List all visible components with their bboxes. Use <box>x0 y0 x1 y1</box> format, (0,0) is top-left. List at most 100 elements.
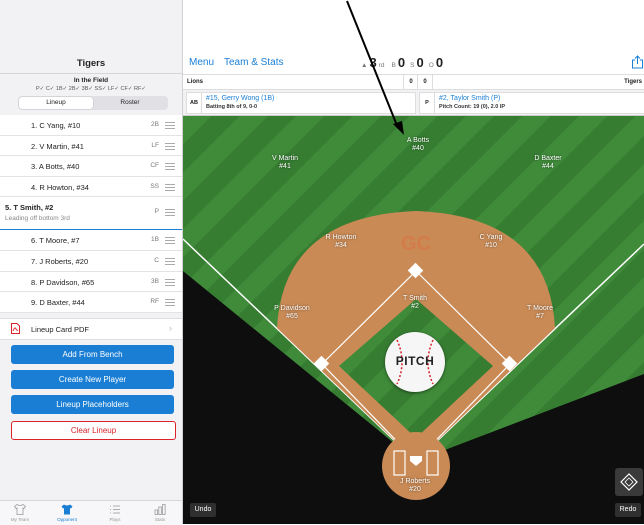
field-view-toggle-button[interactable] <box>615 468 643 496</box>
player-position: LF <box>151 141 159 149</box>
home-team-name: Tigers <box>624 79 642 85</box>
player-name: 7. J Roberts, #20 <box>31 256 89 266</box>
drag-handle-icon[interactable] <box>165 142 175 150</box>
pitch-button[interactable]: PITCH <box>385 332 445 392</box>
balls-label: B <box>391 62 396 69</box>
away-team-name: Lions <box>187 79 203 85</box>
player-name: 8. P Davidson, #65 <box>31 277 95 287</box>
tab-plays[interactable]: Plays <box>95 501 135 525</box>
player-marker-number: #20 <box>409 486 421 493</box>
tab-stats[interactable]: Stats <box>140 501 180 525</box>
player-marker-rf[interactable]: D Baxter #44 <box>513 155 583 171</box>
player-name: 2. V Martin, #41 <box>31 141 84 151</box>
player-marker-name: C Yang <box>479 234 503 241</box>
inning-suffix: rd <box>378 62 385 69</box>
lineup-list: 1. C Yang, #10 2B 2. V Martin, #41 LF 3.… <box>0 115 182 313</box>
at-bat-bar: AB #15, Gerry Wong (1B) Batting 8th of 9… <box>183 90 644 116</box>
player-marker-2b[interactable]: C Yang #10 <box>456 234 526 250</box>
position-checklist: P✓ C✓ 1B✓ 2B✓ 3B✓ SS✓ LF✓ CF✓ RF✓ <box>36 86 146 92</box>
pitcher-tag: P <box>420 93 435 113</box>
strikes-label: S <box>410 62 415 69</box>
lineup-placeholders-button[interactable]: Lineup Placeholders <box>11 395 174 414</box>
lineup-row[interactable]: 2. V Martin, #41 LF <box>0 136 182 157</box>
game-top-bar: Menu Team & Stats ▲ 3rd B0 S0 O0 <box>183 52 644 75</box>
lineup-row[interactable]: 9. D Baxter, #44 RF <box>0 292 182 313</box>
pitcher-name[interactable]: #2, Taylor Smith (P) <box>439 95 500 102</box>
drag-handle-icon[interactable] <box>165 299 175 307</box>
away-score: 0 <box>403 75 418 89</box>
drag-handle-icon[interactable] <box>165 237 175 245</box>
segment-lineup[interactable]: Lineup <box>19 97 93 109</box>
lineup-row-current-batter[interactable]: 5. T Smith, #2 Leading off bottom 3rd P <box>0 197 182 231</box>
create-new-player-button[interactable]: Create New Player <box>11 370 174 389</box>
player-marker-number: #65 <box>286 313 298 320</box>
pitcher-card[interactable]: P #2, Taylor Smith (P) Pitch Count: 19 (… <box>419 92 644 114</box>
outs-label: O <box>428 62 434 69</box>
batter-info: Batting 8th of 9, 0-0 <box>206 104 258 110</box>
leadoff-note: Leading off bottom 3rd <box>5 215 70 223</box>
list-icon <box>110 505 120 514</box>
redo-button[interactable]: Redo <box>615 503 641 517</box>
balls-count: 0 <box>397 55 406 70</box>
player-marker-1b[interactable]: T Moore #7 <box>505 305 575 321</box>
player-marker-lf[interactable]: V Martin #41 <box>250 155 320 171</box>
player-marker-p[interactable]: T Smith #2 <box>380 295 450 311</box>
player-marker-c[interactable]: J Roberts #20 <box>380 478 450 494</box>
player-marker-number: #10 <box>485 242 497 249</box>
player-name: 6. T Moore, #7 <box>31 236 80 246</box>
player-marker-name: T Smith <box>403 295 427 302</box>
lineup-card-pdf-row[interactable]: Lineup Card PDF › <box>0 318 182 340</box>
undo-button[interactable]: Undo <box>190 503 216 517</box>
player-position: 3B <box>151 277 159 285</box>
pitch-button-label: PITCH <box>395 354 435 368</box>
tab-opponent[interactable]: Opponent <box>47 501 87 525</box>
player-marker-name: V Martin <box>271 155 299 162</box>
player-position: 2B <box>151 121 159 128</box>
player-marker-number: #2 <box>411 303 419 310</box>
drag-handle-icon[interactable] <box>165 278 175 286</box>
player-name: 3. A Botts, #40 <box>31 162 80 172</box>
lineup-row[interactable]: 8. P Davidson, #65 3B <box>0 272 182 293</box>
player-position: P <box>154 208 159 216</box>
bar-chart-icon <box>154 504 166 515</box>
player-marker-3b[interactable]: P Davidson #65 <box>257 305 327 321</box>
share-icon[interactable] <box>631 55 644 69</box>
lineup-row[interactable]: 1. C Yang, #10 2B <box>0 115 182 136</box>
player-marker-number: #44 <box>542 163 554 170</box>
drag-handle-icon[interactable] <box>165 163 175 171</box>
player-name: 4. R Howton, #34 <box>31 182 89 192</box>
tab-label: Stats <box>154 517 166 522</box>
tab-my-team[interactable]: My Team <box>0 501 40 525</box>
team-name: Tigers <box>76 58 106 69</box>
player-name: 9. D Baxter, #44 <box>31 298 85 308</box>
team-stats-link[interactable]: Team & Stats <box>224 57 283 68</box>
inning-half-icon: ▲ <box>361 62 368 69</box>
lineup-row[interactable]: 7. J Roberts, #20 C <box>0 251 182 272</box>
add-from-bench-button[interactable]: Add From Bench <box>11 345 174 364</box>
lineup-row[interactable]: 4. R Howton, #34 SS <box>0 177 182 198</box>
drag-handle-icon[interactable] <box>165 257 175 265</box>
lineup-card-pdf-label: Lineup Card PDF <box>31 325 89 334</box>
drag-handle-icon[interactable] <box>165 183 175 191</box>
clear-lineup-button[interactable]: Clear Lineup <box>11 421 176 440</box>
tab-label: Opponent <box>57 517 77 522</box>
player-position: SS <box>150 182 159 190</box>
lineup-row[interactable]: 6. T Moore, #7 1B <box>0 230 182 251</box>
shirt-icon <box>14 504 26 515</box>
lineup-row[interactable]: 3. A Botts, #40 CF <box>0 156 182 177</box>
drag-handle-icon[interactable] <box>165 122 175 129</box>
player-marker-name: T Moore <box>527 305 553 312</box>
batter-name[interactable]: #15, Gerry Wong (1B) <box>206 95 274 102</box>
player-marker-ss[interactable]: R Howton #34 <box>306 234 376 250</box>
batter-card[interactable]: AB #15, Gerry Wong (1B) Batting 8th of 9… <box>186 92 416 114</box>
player-position: C <box>154 256 159 264</box>
lineup-roster-segmented-control: Lineup Roster <box>18 96 168 110</box>
menu-link[interactable]: Menu <box>189 57 214 68</box>
lineup-panel: Tigers In the Field P✓ C✓ 1B✓ 2B✓ 3B✓ SS… <box>0 0 183 525</box>
player-marker-name: D Baxter <box>534 155 562 162</box>
player-marker-number: #40 <box>412 145 424 152</box>
player-name: 1. C Yang, #10 <box>31 121 81 130</box>
drag-handle-icon[interactable] <box>165 209 175 217</box>
segment-roster[interactable]: Roster <box>93 97 167 109</box>
player-marker-cf[interactable]: A Botts #40 <box>383 137 453 153</box>
